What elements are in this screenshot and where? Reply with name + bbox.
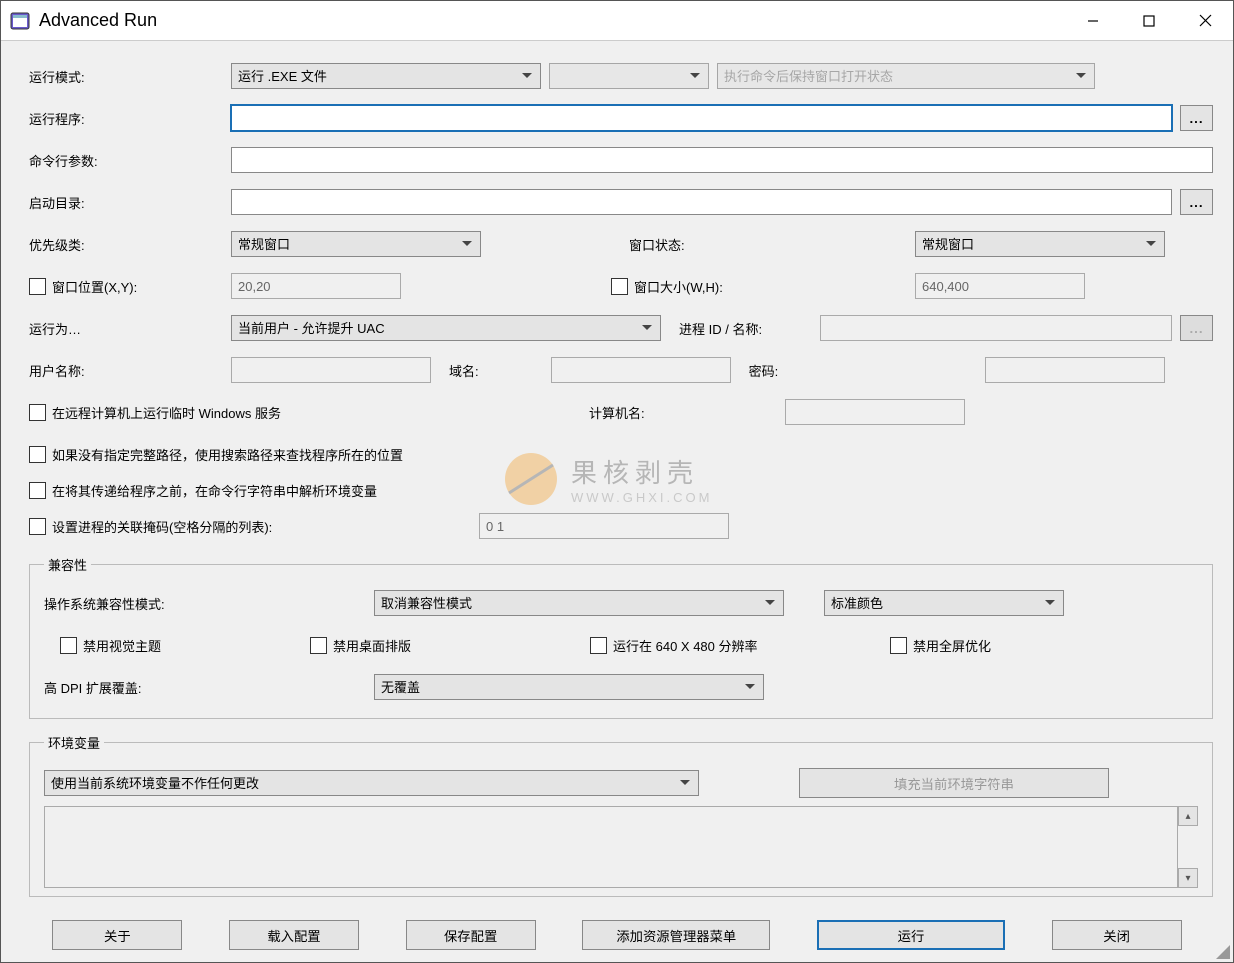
save-config-button[interactable]: 保存配置	[406, 920, 536, 950]
browse-program-button[interactable]: ...	[1180, 105, 1213, 131]
minimize-button[interactable]	[1065, 1, 1121, 41]
password-label: 密码:	[731, 361, 791, 380]
proc-id-input	[820, 315, 1172, 341]
os-compat-label: 操作系统兼容性模式:	[44, 594, 374, 613]
run-as-label: 运行为…	[29, 319, 231, 338]
env-mode-select[interactable]: 使用当前系统环境变量不作任何更改	[44, 770, 699, 796]
cmd-params-label: 命令行参数:	[29, 151, 231, 170]
start-dir-input[interactable]	[231, 189, 1172, 215]
win-size-input	[915, 273, 1085, 299]
window-controls	[1065, 1, 1233, 41]
run-mode-select[interactable]: 运行 .EXE 文件	[231, 63, 541, 89]
win-size-label: 窗口大小(W,H):	[634, 277, 723, 296]
keep-open-select: 执行命令后保持窗口打开状态	[717, 63, 1095, 89]
compat-legend: 兼容性	[44, 555, 91, 574]
win-pos-checkbox[interactable]: 窗口位置(X,Y):	[29, 277, 231, 296]
domain-input	[551, 357, 731, 383]
run-program-input[interactable]	[231, 105, 1172, 131]
computer-name-label: 计算机名:	[589, 403, 645, 422]
win-state-label: 窗口状态:	[611, 235, 697, 254]
high-dpi-label: 高 DPI 扩展覆盖:	[44, 678, 374, 697]
cmd-params-input[interactable]	[231, 147, 1213, 173]
browse-proc-button: ...	[1180, 315, 1213, 341]
content-area: 运行模式: 运行 .EXE 文件 执行命令后保持窗口打开状态 运行程序: ...…	[1, 41, 1233, 962]
close-dialog-button[interactable]: 关闭	[1052, 920, 1182, 950]
search-path-checkbox[interactable]: 如果没有指定完整路径，使用搜索路径来查找程序所在的位置	[29, 445, 403, 464]
window-title: Advanced Run	[39, 10, 157, 31]
titlebar: Advanced Run	[1, 1, 1233, 41]
affinity-input	[479, 513, 729, 539]
password-input	[985, 357, 1165, 383]
username-label: 用户名称:	[29, 361, 231, 380]
run-program-label: 运行程序:	[29, 109, 231, 128]
load-config-button[interactable]: 载入配置	[229, 920, 359, 950]
parse-env-checkbox[interactable]: 在将其传递给程序之前，在命令行字符串中解析环境变量	[29, 481, 377, 500]
explorer-menu-button[interactable]: 添加资源管理器菜单	[582, 920, 770, 950]
disable-theme-checkbox[interactable]: 禁用视觉主题	[60, 636, 310, 655]
about-button[interactable]: 关于	[52, 920, 182, 950]
close-button[interactable]	[1177, 1, 1233, 41]
win-size-checkbox[interactable]: 窗口大小(W,H):	[611, 277, 723, 296]
computer-name-input	[785, 399, 965, 425]
high-dpi-select[interactable]: 无覆盖	[374, 674, 764, 700]
app-icon	[9, 10, 31, 32]
compat-group: 兼容性 操作系统兼容性模式: 取消兼容性模式 标准颜色 禁用视觉主题 禁用桌面排…	[29, 555, 1213, 719]
run-640-checkbox[interactable]: 运行在 640 X 480 分辨率	[590, 636, 890, 655]
resize-grip-icon[interactable]	[1215, 944, 1231, 960]
run-as-select[interactable]: 当前用户 - 允许提升 UAC	[231, 315, 661, 341]
disable-fullscreen-checkbox[interactable]: 禁用全屏优化	[890, 636, 991, 655]
run-button[interactable]: 运行	[817, 920, 1005, 950]
color-select[interactable]: 标准颜色	[824, 590, 1064, 616]
env-legend: 环境变量	[44, 733, 104, 752]
os-compat-select[interactable]: 取消兼容性模式	[374, 590, 784, 616]
win-pos-label: 窗口位置(X,Y):	[52, 277, 137, 296]
scroll-down-icon[interactable]: ▾	[1178, 868, 1198, 888]
start-dir-label: 启动目录:	[29, 193, 231, 212]
browse-dir-button[interactable]: ...	[1180, 189, 1213, 215]
affinity-checkbox[interactable]: 设置进程的关联掩码(空格分隔的列表):	[29, 517, 479, 536]
run-mode-label: 运行模式:	[29, 67, 231, 86]
scroll-up-icon[interactable]: ▴	[1178, 806, 1198, 826]
env-group: 环境变量 使用当前系统环境变量不作任何更改 填充当前环境字符串 ▴ ▾	[29, 733, 1213, 897]
priority-select[interactable]: 常规窗口	[231, 231, 481, 257]
disable-desktop-checkbox[interactable]: 禁用桌面排版	[310, 636, 590, 655]
env-textarea	[44, 806, 1178, 888]
username-input	[231, 357, 431, 383]
win-state-select[interactable]: 常规窗口	[915, 231, 1165, 257]
remote-service-checkbox[interactable]: 在远程计算机上运行临时 Windows 服务	[29, 403, 589, 422]
maximize-button[interactable]	[1121, 1, 1177, 41]
footer-buttons: 关于 载入配置 保存配置 添加资源管理器菜单 运行 关闭	[1, 920, 1233, 950]
priority-label: 优先级类:	[29, 235, 231, 254]
fill-env-button: 填充当前环境字符串	[799, 768, 1109, 798]
sub-mode-select	[549, 63, 709, 89]
proc-id-label: 进程 ID / 名称:	[661, 319, 774, 338]
win-pos-input	[231, 273, 401, 299]
domain-label: 域名:	[431, 361, 491, 380]
